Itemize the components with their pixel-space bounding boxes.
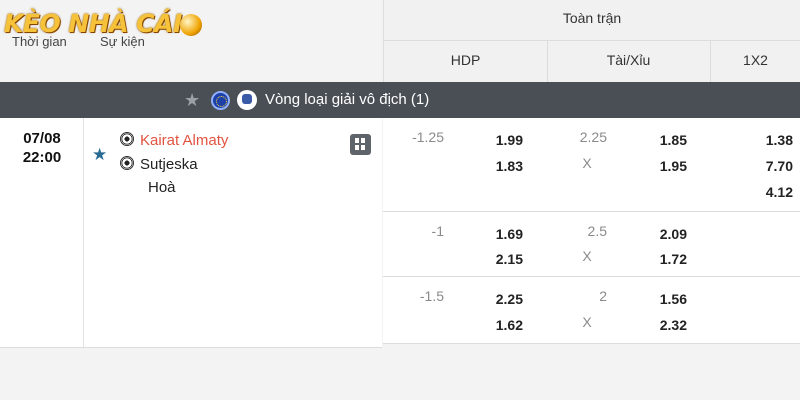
match-info-panel: 07/08 22:00 ★ Kairat Almaty Sutjeska Hoà (0, 118, 382, 347)
soccer-ball-icon (120, 156, 134, 170)
site-logo[interactable]: KÈO NHÀ CÁI (4, 6, 204, 42)
ou-line: 2.25 (579, 129, 607, 145)
ou-over-odds[interactable]: 1.85 (647, 132, 687, 148)
soccer-ball-icon (120, 132, 134, 146)
uefa-flag-icon (211, 91, 230, 110)
stats-icon[interactable] (350, 134, 371, 155)
ou-line: 2.5 (587, 223, 607, 239)
home-team[interactable]: Kairat Almaty (120, 132, 228, 149)
odds-row: -1.25 1.99 1.83 2.25 X 1.85 1.95 1.38 7.… (383, 118, 800, 212)
ou-under-odds[interactable]: 2.32 (647, 317, 687, 333)
away-team[interactable]: Sutjeska (120, 156, 198, 173)
draw-label: Hoà (148, 179, 176, 196)
hdp-line: -1.5 (419, 288, 444, 304)
hdp-home-odds[interactable]: 1.99 (483, 132, 523, 148)
hdp-away-odds[interactable]: 1.83 (483, 158, 523, 174)
logo-ball-icon (179, 14, 202, 36)
column-group-full-match: Toàn trận (562, 10, 622, 26)
column-header-1x2[interactable]: 1X2 (710, 52, 800, 68)
ou-over-odds[interactable]: 2.09 (647, 226, 687, 242)
x12-home-odds[interactable]: 1.38 (753, 132, 793, 148)
ou-x-label: X (582, 314, 592, 330)
hdp-home-odds[interactable]: 1.69 (483, 226, 523, 242)
row-divider (0, 347, 382, 348)
hdp-home-odds[interactable]: 2.25 (483, 291, 523, 307)
hdp-away-odds[interactable]: 1.62 (483, 317, 523, 333)
away-team-name: Sutjeska (140, 156, 198, 173)
odds-panel: -1.25 1.99 1.83 2.25 X 1.85 1.95 1.38 7.… (383, 118, 800, 344)
competition-logo-icon (237, 90, 257, 110)
ou-line: 2 (599, 288, 607, 304)
odds-row: -1 1.69 2.15 2.5 X 2.09 1.72 (383, 212, 800, 277)
logo-text: KÈO NHÀ CÁI (4, 9, 182, 38)
header-divider (384, 40, 800, 41)
league-name[interactable]: Vòng loại giải vô địch (1) (265, 91, 429, 108)
match-time-cell: 07/08 22:00 (0, 118, 84, 347)
hdp-line: -1 (431, 223, 444, 239)
league-favorite-star-icon[interactable]: ★ (184, 90, 200, 111)
header-odds: Toàn trận HDP Tài/Xỉu 1X2 (383, 0, 800, 82)
ou-over-odds[interactable]: 1.56 (647, 291, 687, 307)
x12-draw-odds[interactable]: 4.12 (753, 184, 793, 200)
ou-under-odds[interactable]: 1.72 (647, 251, 687, 267)
league-header-bar[interactable]: ★ Vòng loại giải vô địch (1) (0, 82, 800, 118)
match-date: 07/08 (23, 130, 61, 147)
hdp-away-odds[interactable]: 2.15 (483, 251, 523, 267)
ou-x-label: X (582, 155, 592, 171)
odds-row: -1.5 2.25 1.62 2 X 1.56 2.32 (383, 277, 800, 344)
x12-away-odds[interactable]: 7.70 (753, 158, 793, 174)
ou-x-label: X (582, 248, 592, 264)
column-header-tai-xiu[interactable]: Tài/Xỉu (547, 52, 710, 68)
ou-under-odds[interactable]: 1.95 (647, 158, 687, 174)
match-kickoff-time: 22:00 (22, 149, 62, 166)
column-header-hdp[interactable]: HDP (384, 52, 547, 68)
home-team-name: Kairat Almaty (140, 132, 229, 149)
match-favorite-star-icon[interactable]: ★ (92, 145, 107, 165)
hdp-line: -1.25 (412, 129, 444, 145)
